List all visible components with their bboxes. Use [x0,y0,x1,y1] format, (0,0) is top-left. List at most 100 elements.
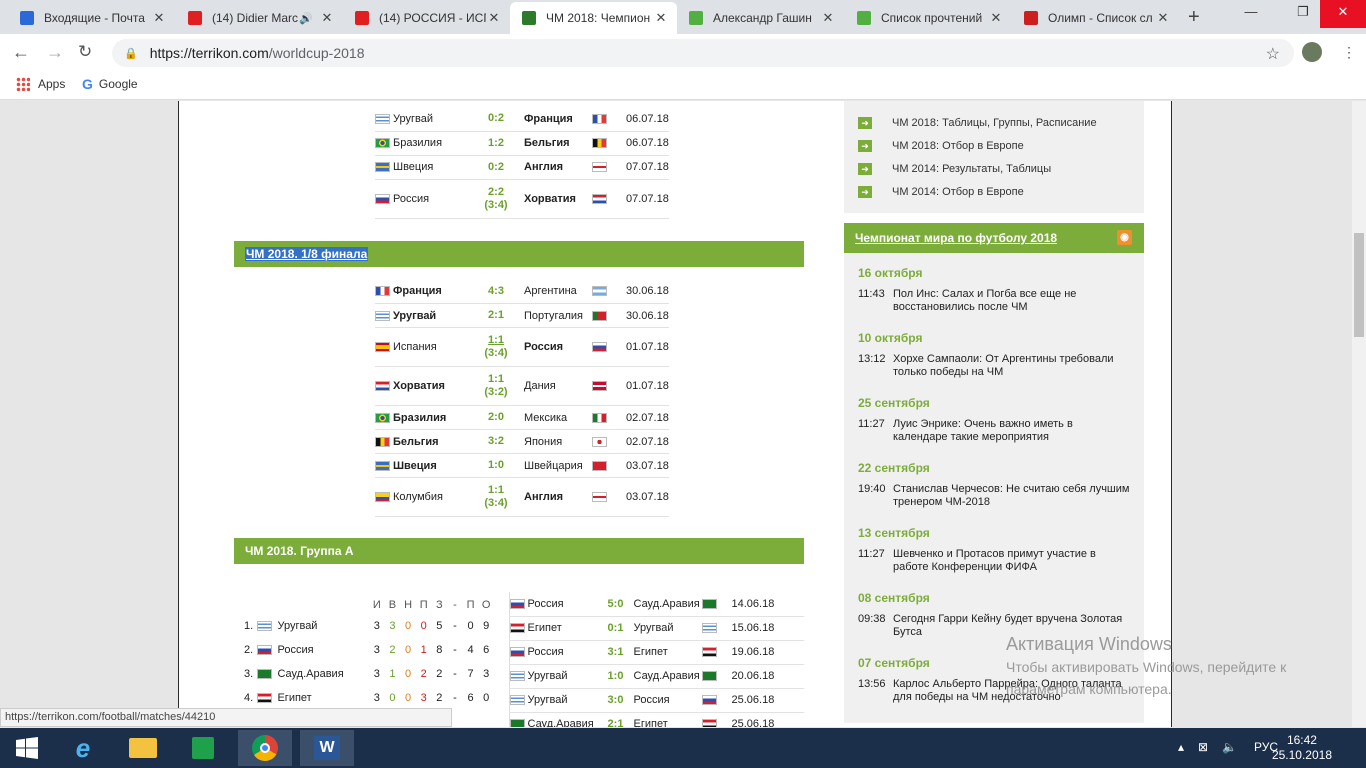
minimize-button[interactable]: — [1228,0,1274,28]
match-row[interactable]: Уругвай 1:0 Сауд.Аравия 20.06.18 [509,664,804,689]
standings-row[interactable]: 2. Россия 3 2 0 1 8-4 6 [244,638,494,662]
bookmark-google[interactable]: G Google [82,76,138,92]
news-header[interactable]: Чемпионат мира по футболу 2018 ◉ [844,223,1144,253]
browser-tab[interactable]: (14) РОССИЯ - ИСП ✕ [343,2,510,34]
rss-icon[interactable]: ◉ [1117,230,1132,245]
network-icon[interactable]: ⊠ [1198,740,1208,754]
sidebar-link[interactable]: ➜ ЧМ 2014: Результаты, Таблицы [858,157,1130,180]
page-scrollbar[interactable] [1352,101,1366,727]
new-tab-button[interactable]: + [1188,6,1200,29]
standings-row[interactable]: 1. Уругвай 3 3 0 0 5-0 9 [244,614,494,638]
back-button[interactable]: ← [12,42,30,63]
standings-header: - [453,599,457,611]
standings-row[interactable]: 4. Египет 3 0 0 3 2-6 0 [244,686,494,710]
match-row[interactable]: Испания 1:1 (3:4) Россия 01.07.18 [375,327,669,367]
word-icon[interactable]: W [300,730,354,766]
match-score[interactable]: 0:2 [488,161,504,173]
tray-arrow-icon[interactable]: ▴ [1178,740,1184,754]
store-icon[interactable] [176,730,230,766]
news-item[interactable]: 13:12 Хорхе Сампаоли: От Аргентины требов… [858,353,1130,379]
match-row[interactable]: Уругвай 2:1 Португалия 30.06.18 [375,303,669,328]
match-score[interactable]: 4:3 [488,285,504,297]
match-score[interactable]: 0:2 [488,112,504,124]
news-headline[interactable]: Луис Энрике: Очень важно иметь в календа… [893,418,1130,444]
close-tab-icon[interactable]: ✕ [486,10,502,26]
match-score[interactable]: 1:1 [488,373,504,385]
match-row[interactable]: Швеция 0:2 Англия 07.07.18 [375,155,669,180]
url-path: /worldcup-2018 [268,45,365,61]
volume-icon[interactable]: 🔈 [1222,740,1237,754]
start-button[interactable] [0,730,54,766]
close-tab-icon[interactable]: ✕ [151,10,167,26]
menu-dots-icon[interactable]: ⋮ [1342,44,1356,61]
match-score[interactable]: 1:0 [488,459,504,471]
forward-button[interactable]: → [46,42,64,63]
news-headline[interactable]: Хорхе Сампаоли: От Аргентины требовали т… [893,353,1130,379]
match-score[interactable]: 1:0 [597,664,634,689]
match-score[interactable]: 1:1 [488,334,504,346]
match-row[interactable]: Египет 0:1 Уругвай 15.06.18 [509,616,804,641]
browser-tab[interactable]: Олимп - Список сл ✕ [1012,2,1179,34]
home-team: Бельгия [393,429,468,454]
address-bar[interactable]: 🔒 https://terrikon.com/worldcup-2018 [112,39,1294,67]
match-row[interactable]: Франция 4:3 Аргентина 30.06.18 [375,279,669,304]
news-headline[interactable]: Шевченко и Протасов примут участие в раб… [893,548,1130,574]
file-explorer-icon[interactable] [116,730,170,766]
browser-tab[interactable]: Список прочтений ✕ [845,2,1012,34]
reload-button[interactable]: ↻ [78,42,92,62]
home-team: Уругвай [393,303,468,328]
profile-avatar[interactable] [1302,42,1322,62]
scrollbar-thumb[interactable] [1354,233,1364,337]
match-row[interactable]: Бельгия 3:2 Япония 02.07.18 [375,429,669,454]
sidebar-link[interactable]: ➜ ЧМ 2018: Таблицы, Группы, Расписание [858,111,1130,134]
sidebar-link[interactable]: ➜ ЧМ 2014: Отбор в Европе [858,180,1130,203]
match-score[interactable]: 2:0 [488,411,504,423]
standings-row[interactable]: 3. Сауд.Аравия 3 1 0 2 2-7 3 [244,662,494,686]
browser-tab[interactable]: Входящие - Почта ✕ [8,2,175,34]
close-tab-icon[interactable]: ✕ [820,10,836,26]
match-row[interactable]: Колумбия 1:1 (3:4) Англия 03.07.18 [375,477,669,517]
browser-tab[interactable]: Александр Гашин ✕ [677,2,844,34]
bookmark-star-icon[interactable]: ☆ [1266,44,1280,64]
match-row[interactable]: Уругвай 0:2 Франция 06.07.18 [375,107,669,132]
match-row[interactable]: Хорватия 1:1 (3:2) Дания 01.07.18 [375,366,669,406]
browser-tab[interactable]: (14) Didier Marc 🔊 ✕ [176,2,343,34]
chrome-icon[interactable] [238,730,292,766]
sidebar-link[interactable]: ➜ ЧМ 2018: Отбор в Европе [858,134,1130,157]
bookmark-apps[interactable]: Apps [16,77,65,91]
browser-tab[interactable]: ЧМ 2018: Чемпион ✕ [510,2,677,34]
news-item[interactable]: 11:27 Шевченко и Протасов примут участие … [858,548,1130,574]
news-item[interactable]: 19:40 Станислав Черчесов: Не считаю себя … [858,483,1130,509]
match-score[interactable]: 3:0 [597,688,634,713]
news-item[interactable]: 11:43 Пол Инс: Салах и Погба все еще не в… [858,288,1130,314]
match-score[interactable]: 3:2 [488,435,504,447]
match-score[interactable]: 1:1 [488,484,504,496]
match-score[interactable]: 2:1 [488,309,504,321]
close-tab-icon[interactable]: ✕ [1155,10,1171,26]
match-score[interactable]: 2:1 [597,712,634,727]
news-item[interactable]: 11:27 Луис Энрике: Очень важно иметь в ка… [858,418,1130,444]
match-score[interactable]: 0:1 [597,616,634,641]
ie-icon[interactable]: e [56,730,110,766]
clock[interactable]: 16:42 25.10.2018 [1272,733,1332,763]
match-row[interactable]: Бразилия 2:0 Мексика 02.07.18 [375,405,669,430]
match-score[interactable]: 1:2 [488,137,504,149]
match-score[interactable]: 5:0 [597,592,634,617]
match-row[interactable]: Россия 3:1 Египет 19.06.18 [509,640,804,665]
match-row[interactable]: Бразилия 1:2 Бельгия 06.07.18 [375,131,669,156]
match-row[interactable]: Россия 5:0 Сауд.Аравия 14.06.18 [509,592,804,617]
match-score[interactable]: 2:2 [488,186,504,198]
close-tab-icon[interactable]: ✕ [653,10,669,26]
r16-title-link[interactable]: ЧМ 2018. 1/8 финала [245,246,369,261]
close-tab-icon[interactable]: ✕ [319,10,335,26]
close-window-button[interactable]: ✕ [1320,0,1366,28]
match-row[interactable]: Швеция 1:0 Швейцария 03.07.18 [375,453,669,478]
match-row[interactable]: Уругвай 3:0 Россия 25.06.18 [509,688,804,713]
news-headline[interactable]: Станислав Черчесов: Не считаю себя лучши… [893,483,1130,509]
news-headline[interactable]: Пол Инс: Салах и Погба все еще не восста… [893,288,1130,314]
speaker-icon[interactable]: 🔊 [299,12,313,25]
match-score[interactable]: 3:1 [597,640,634,665]
match-row[interactable]: Сауд.Аравия 2:1 Египет 25.06.18 [509,712,804,727]
match-row[interactable]: Россия 2:2 (3:4) Хорватия 07.07.18 [375,179,669,219]
close-tab-icon[interactable]: ✕ [988,10,1004,26]
